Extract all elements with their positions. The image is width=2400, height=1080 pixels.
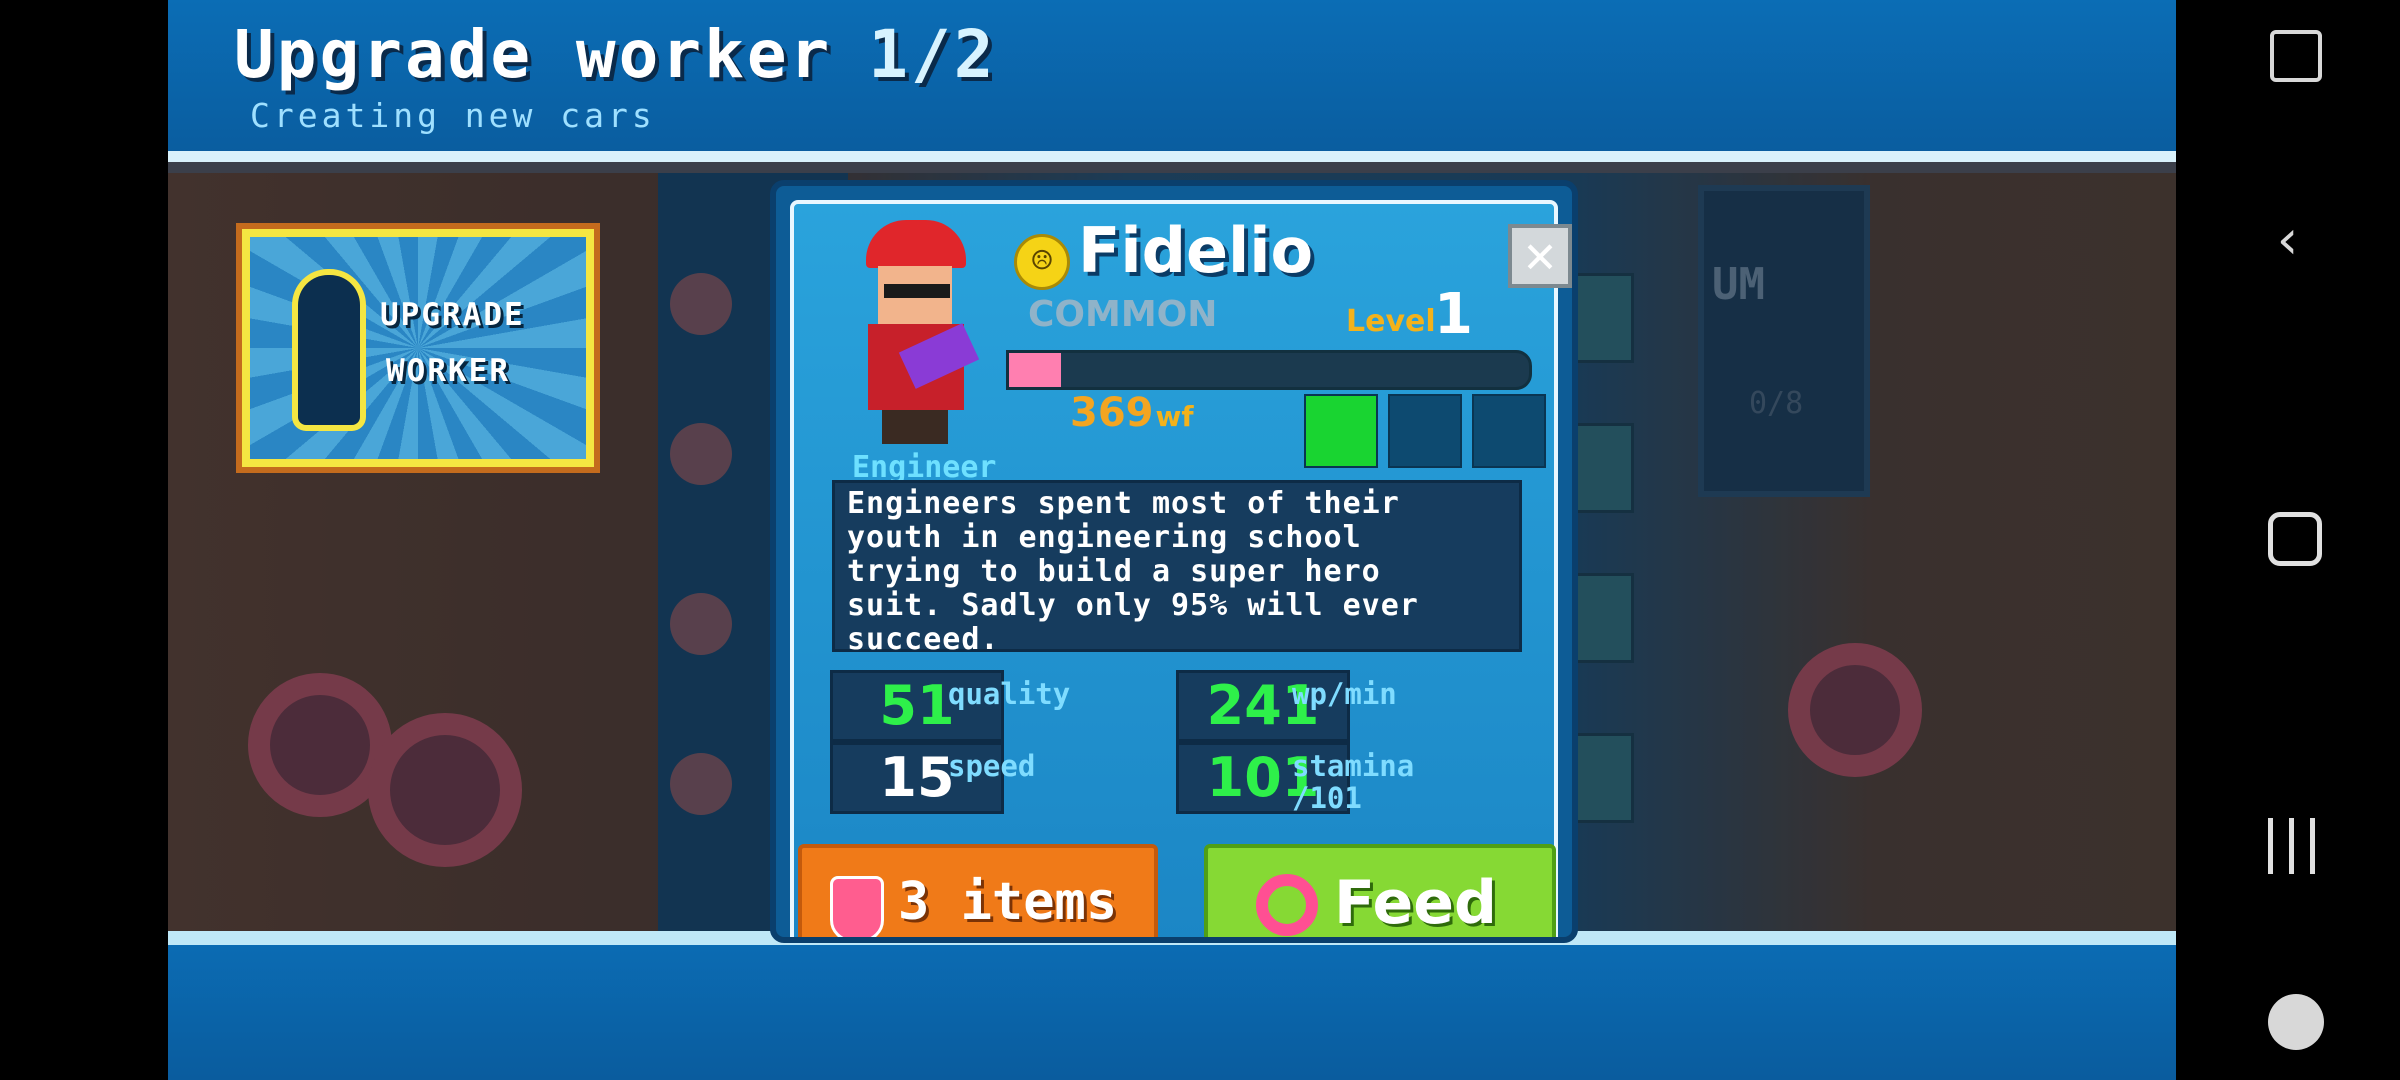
upgrade-slot [1304, 394, 1378, 468]
donut-icon [1256, 874, 1318, 936]
worker-avatar [852, 220, 982, 450]
title-counter: 1/2 [868, 16, 997, 93]
worker-silhouette-icon [298, 275, 360, 425]
page-title: Upgrade worker 1/2 [234, 16, 997, 93]
upgrade-card-line2: WORKER [386, 353, 510, 389]
back-icon[interactable]: ‹ [2248, 200, 2328, 280]
gamepad-icon[interactable] [2268, 994, 2324, 1050]
sad-face-icon: ☹ [1014, 234, 1070, 290]
header-bar: Upgrade worker 1/2 Creating new cars [168, 0, 2176, 162]
title-text: Upgrade worker [234, 16, 833, 93]
items-button[interactable]: 3 items [798, 844, 1158, 937]
xp-progress-bar [1006, 350, 1532, 390]
helmet-icon [866, 220, 966, 268]
stamina-label: stamina /101 [1292, 749, 1415, 815]
items-button-label: 3 items [898, 872, 1118, 932]
wf-value: 369 [1070, 390, 1154, 436]
worker-wf: 369wf [1070, 390, 1194, 436]
page-subtitle: Creating new cars [250, 96, 656, 135]
xp-progress-fill [1009, 353, 1061, 387]
screen-lock-icon[interactable] [2270, 30, 2322, 82]
level-value: 1 [1434, 282, 1473, 347]
wf-unit: wf [1155, 400, 1194, 433]
speed-label: speed [948, 749, 1036, 783]
close-button[interactable]: ✕ [1508, 224, 1572, 288]
worker-name: Fidelio [1078, 214, 1314, 287]
feed-button-label: Feed [1334, 868, 1497, 938]
feed-button[interactable]: Feed [1204, 844, 1556, 938]
worker-rarity: COMMON [1028, 294, 1218, 335]
level-label: Level [1346, 304, 1436, 339]
upgrade-slots [1304, 394, 1546, 468]
worker-detail-modal: Engineer ☹ Fidelio ✕ COMMON Level 1 369w… [770, 180, 1578, 943]
upgrade-card-line1: UPGRADE [380, 297, 525, 333]
header-divider [168, 151, 2176, 162]
wp-per-min-label: wp/min [1292, 677, 1397, 711]
home-icon[interactable] [2268, 512, 2322, 566]
potion-icon [830, 876, 884, 937]
upgrade-slot [1472, 394, 1546, 468]
recents-icon[interactable] [2268, 818, 2316, 874]
footer-bar [168, 931, 2176, 1080]
upgrade-worker-card[interactable]: UPGRADE WORKER [242, 229, 594, 467]
game-screen: UM 0/8 UPGRADE WORKER Upgrade worker 1/2 … [168, 0, 2176, 1080]
worker-description: Engineers spent most of their youth in e… [832, 480, 1522, 657]
quality-label: quality [948, 677, 1071, 711]
worker-detail-panel: Engineer ☹ Fidelio ✕ COMMON Level 1 369w… [790, 200, 1572, 938]
upgrade-slot [1388, 394, 1462, 468]
system-nav-bar: ‹ [2176, 0, 2400, 1080]
